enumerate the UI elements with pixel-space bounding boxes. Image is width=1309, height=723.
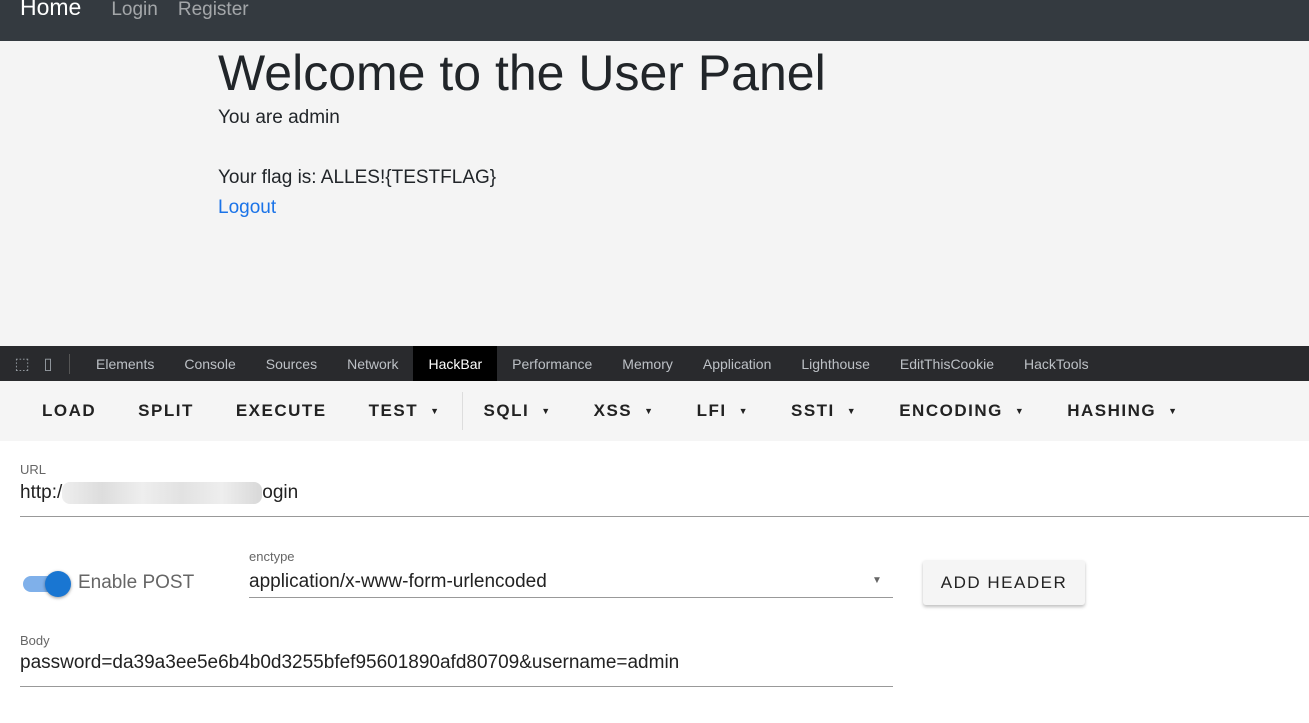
execute-button[interactable]: EXECUTE	[220, 393, 343, 429]
url-prefix: http:/	[20, 482, 63, 504]
enctype-select[interactable]: application/x-www-form-urlencoded	[249, 571, 547, 593]
url-label: URL	[20, 462, 47, 477]
tab-network[interactable]: Network	[332, 346, 413, 381]
encoding-label: ENCODING	[899, 401, 1003, 420]
logout-link[interactable]: Logout	[218, 193, 1309, 223]
tab-console[interactable]: Console	[169, 346, 250, 381]
lfi-label: LFI	[696, 401, 727, 420]
caret-down-icon: ▼	[1014, 406, 1026, 416]
redacted-host	[62, 482, 263, 504]
load-label: LOAD	[42, 401, 97, 420]
sqli-menu[interactable]: SQLI ▼	[468, 393, 568, 429]
caret-down-icon: ▼	[541, 406, 552, 416]
nav-home[interactable]: Home	[20, 0, 81, 19]
xss-menu[interactable]: XSS ▼	[578, 393, 671, 429]
divider	[69, 353, 70, 374]
dropdown-arrow-icon[interactable]: ▼	[872, 575, 882, 586]
divider	[461, 392, 463, 430]
enctype-label: enctype	[249, 549, 295, 564]
url-underline	[20, 516, 1309, 517]
hashing-menu[interactable]: HASHING ▼	[1051, 393, 1194, 429]
tab-hacktools[interactable]: HackTools	[1009, 346, 1104, 381]
navbar: Home Login Register	[0, 0, 1309, 41]
caret-down-icon: ▼	[846, 406, 858, 416]
device-toolbar-icon[interactable]: ▯	[38, 354, 58, 374]
body-underline	[20, 686, 893, 687]
url-input[interactable]: http:/ ogin	[20, 482, 298, 504]
enctype-underline	[249, 597, 893, 598]
encoding-menu[interactable]: ENCODING ▼	[883, 393, 1041, 429]
ssti-menu[interactable]: SSTI ▼	[775, 393, 873, 429]
tab-editthiscookie[interactable]: EditThisCookie	[885, 346, 1009, 381]
caret-down-icon: ▼	[644, 406, 655, 416]
caret-down-icon: ▼	[430, 406, 441, 416]
split-button[interactable]: SPLIT	[122, 393, 210, 429]
test-menu[interactable]: TEST ▼	[353, 393, 457, 429]
page-title: Welcome to the User Panel	[218, 45, 826, 101]
test-label: TEST	[368, 401, 419, 420]
nav-register[interactable]: Register	[178, 0, 249, 19]
caret-down-icon: ▼	[738, 406, 749, 416]
load-button[interactable]: LOAD	[26, 393, 112, 429]
devtools-tabbar: ⬚ ▯ Elements Console Sources Network Hac…	[0, 346, 1309, 381]
tab-sources[interactable]: Sources	[251, 346, 332, 381]
sqli-label: SQLI	[483, 401, 530, 420]
body-input[interactable]: password=da39a3ee5e6b4b0d3255bfef9560189…	[20, 652, 679, 674]
body-label: Body	[20, 633, 50, 648]
url-suffix: ogin	[262, 482, 299, 504]
flag-text: Your flag is: ALLES!{TESTFLAG}	[218, 167, 497, 188]
caret-down-icon: ▼	[1168, 406, 1179, 416]
hackbar-toolbar: LOAD SPLIT EXECUTE TEST ▼ SQLI ▼ XSS ▼ LFI ▼…	[0, 381, 1309, 441]
user-panel: Welcome to the User Panel You are admin …	[0, 41, 1309, 346]
tab-application[interactable]: Application	[688, 346, 787, 381]
enable-post-toggle[interactable]	[23, 571, 71, 597]
tab-elements[interactable]: Elements	[81, 346, 169, 381]
tab-memory[interactable]: Memory	[607, 346, 688, 381]
add-header-button[interactable]: ADD HEADER	[923, 560, 1085, 605]
hashing-label: HASHING	[1067, 401, 1157, 420]
split-label: SPLIT	[138, 401, 194, 420]
inspect-element-icon[interactable]: ⬚	[12, 354, 32, 374]
toggle-knob	[45, 571, 71, 597]
lfi-menu[interactable]: LFI ▼	[681, 393, 765, 429]
xss-label: XSS	[593, 401, 633, 420]
tab-lighthouse[interactable]: Lighthouse	[786, 346, 885, 381]
ssti-label: SSTI	[790, 401, 835, 420]
nav-login[interactable]: Login	[111, 0, 158, 19]
role-text: You are admin	[218, 107, 340, 128]
execute-label: EXECUTE	[235, 401, 327, 420]
enable-post-label: Enable POST	[78, 572, 195, 593]
tab-performance[interactable]: Performance	[497, 346, 607, 381]
tab-hackbar[interactable]: HackBar	[413, 346, 498, 381]
